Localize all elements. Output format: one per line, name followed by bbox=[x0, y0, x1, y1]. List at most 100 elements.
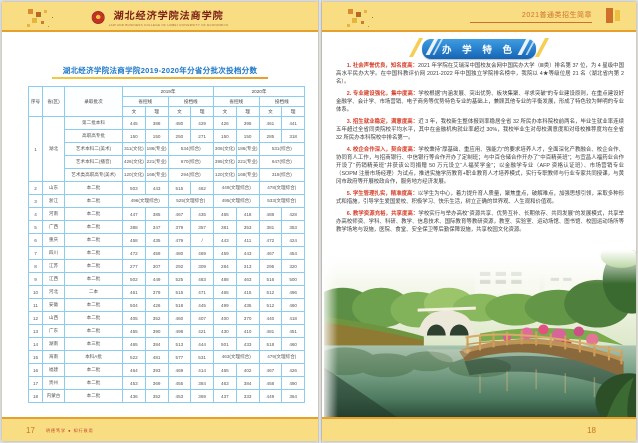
table-row: 艺术类高职高专(美术) 120(文化) 168(专业) 294(综合) 120(文化) 1… bbox=[29, 168, 306, 182]
score-cell: 513 bbox=[167, 337, 192, 351]
province-cell: 河南 bbox=[42, 207, 65, 221]
score-cell: 577 bbox=[167, 350, 192, 364]
college-seal-icon bbox=[91, 10, 105, 24]
paragraph-lead: 3. 招生就业稳定，满意度高： bbox=[346, 119, 419, 125]
score-cell: 277 bbox=[122, 259, 146, 273]
score-cell: 501 bbox=[213, 337, 237, 351]
score-cell: 443 bbox=[235, 246, 260, 260]
paragraph-lead: 2. 专业建设强化，集中度高： bbox=[346, 91, 419, 97]
row-number-cell: 1 bbox=[28, 116, 43, 182]
table-row: 4 河南 本二批 447 385 467 435 465 418 488 428 bbox=[28, 207, 306, 221]
score-cell: 318 bbox=[281, 129, 306, 143]
score-cell: 271 bbox=[190, 129, 215, 143]
batch-cell: 本二批 bbox=[64, 363, 123, 377]
score-cell: 471 bbox=[190, 285, 215, 299]
score-cell: 469 bbox=[190, 246, 215, 260]
page-number-left: 17 bbox=[26, 426, 35, 435]
score-cell: 455 bbox=[122, 324, 146, 338]
score-cell: 488 bbox=[213, 272, 237, 286]
score-table-title: 湖北经济学院法商学院2019-2020年分省分批次投档分数 bbox=[62, 66, 258, 75]
left-header-band: 湖北经济学院法商学院 LAW AND BUSINESS COLLEGE OF H… bbox=[2, 2, 318, 32]
row-number-cell: 2 bbox=[28, 181, 43, 195]
score-cell: 445 bbox=[122, 116, 146, 130]
table-header-cell: 理 bbox=[190, 106, 215, 117]
score-cell: 384 bbox=[144, 337, 169, 351]
batch-cell: 艺术本科二(播音) bbox=[64, 155, 123, 169]
score-cell: 516 bbox=[258, 272, 283, 286]
score-cell: 411 bbox=[235, 233, 260, 247]
score-cell: 400 bbox=[213, 311, 237, 325]
row-number-cell: 9 bbox=[28, 272, 43, 286]
score-cell: 458 bbox=[122, 233, 146, 247]
score-cell: 435 bbox=[235, 298, 260, 312]
score-cell: 522 bbox=[122, 350, 146, 364]
campus-lake-photo bbox=[324, 250, 636, 417]
score-cell: 407 bbox=[190, 311, 215, 325]
table-row: 13 广东 本二批 455 390 498 421 430 410 481 451 bbox=[28, 324, 306, 338]
row-number-cell: 13 bbox=[28, 324, 43, 338]
row-number-cell: 12 bbox=[28, 311, 43, 325]
score-cell: 410 bbox=[235, 324, 260, 338]
province-cell: 河北 bbox=[42, 285, 65, 299]
college-logo: 湖北经济学院法商学院 LAW AND BUSINESS COLLEGE OF H… bbox=[91, 7, 229, 27]
batch-cell: 高职高专批 bbox=[64, 129, 123, 143]
score-cell: 120(文化) bbox=[213, 168, 237, 182]
score-cell: 384 bbox=[190, 376, 215, 390]
table-header-cell: 省控线 bbox=[213, 96, 260, 107]
score-cell: 518 bbox=[167, 298, 192, 312]
score-cell: / bbox=[190, 233, 215, 247]
feature-paragraphs: 1. 社会声誉优良，知名度高：2021 年学院在艾瑞深中国校友会网中国民办大学（… bbox=[336, 62, 624, 238]
score-cell: 430 bbox=[213, 324, 237, 338]
score-cell: 429 bbox=[190, 116, 215, 130]
score-cell: 464 bbox=[122, 363, 146, 377]
batch-cell: 本二批 bbox=[64, 324, 123, 338]
table-header-cell: 文 bbox=[122, 106, 146, 117]
table-row: 14 湖南 本三批 465 384 513 444 501 433 518 460 bbox=[28, 337, 306, 351]
batch-cell: 本科A批 bbox=[64, 350, 123, 364]
row-number-cell: 18 bbox=[28, 389, 43, 403]
paragraph-lead: 5. 学生管理扎实，精准度高： bbox=[346, 191, 418, 197]
score-cell: 364 bbox=[281, 389, 306, 403]
batch-cell: 艺术类高职高专(美术) bbox=[64, 168, 123, 182]
score-cell: 479 bbox=[167, 233, 192, 247]
score-cell: 294(综合) bbox=[167, 168, 215, 182]
score-cell: 309 bbox=[190, 259, 215, 273]
score-cell: 449(文理综合) bbox=[213, 181, 260, 195]
score-cell: 426 bbox=[213, 116, 237, 130]
batch-cell: 本二批 bbox=[64, 194, 123, 208]
pixel-mosaic-icon bbox=[348, 9, 353, 14]
left-footer-band: 17 明德笃学 ● 知行致用 bbox=[2, 417, 318, 441]
score-cell: 515 bbox=[167, 181, 192, 195]
table-header-cell: 投档线 bbox=[258, 96, 306, 107]
score-cell: 480 bbox=[167, 246, 192, 260]
score-cell: 388 bbox=[122, 220, 146, 234]
score-cell: 306(文化) bbox=[213, 142, 237, 156]
score-cell: 284 bbox=[213, 259, 237, 273]
batch-cell: 本二批 bbox=[64, 298, 123, 312]
score-cell: 379 bbox=[167, 220, 192, 234]
province-cell: 重庆 bbox=[42, 233, 65, 247]
score-cell: 458 bbox=[258, 376, 283, 390]
score-cell: 455 bbox=[167, 376, 192, 390]
score-cell: 449 bbox=[144, 272, 169, 286]
table-header-cell: 理 bbox=[144, 106, 169, 117]
score-cell: 503 bbox=[122, 181, 146, 195]
score-cell: 369 bbox=[190, 389, 215, 403]
score-cell: 504 bbox=[122, 298, 146, 312]
table-header-cell: 省控线 bbox=[122, 96, 169, 107]
table-row: 12 山西 本二批 405 352 460 407 400 370 440 418 bbox=[28, 311, 306, 325]
page-number-right: 18 bbox=[587, 426, 596, 435]
decorative-slash bbox=[408, 38, 424, 57]
score-cell: 461 bbox=[122, 285, 146, 299]
score-cell: 333 bbox=[235, 389, 260, 403]
score-cell: 120(文化) bbox=[122, 168, 146, 182]
table-header-cell: 理 bbox=[281, 106, 306, 117]
score-cell: 533(文理综合) bbox=[258, 194, 306, 208]
score-cell: 495(文理综合) bbox=[213, 194, 260, 208]
campus-photo-illustration bbox=[324, 250, 636, 417]
score-cell: 459 bbox=[144, 246, 169, 260]
score-cell: 150 bbox=[235, 129, 260, 143]
table-header-cell: 文 bbox=[167, 106, 192, 117]
score-cell: 444 bbox=[190, 337, 215, 351]
province-cell: 四川 bbox=[42, 246, 65, 260]
